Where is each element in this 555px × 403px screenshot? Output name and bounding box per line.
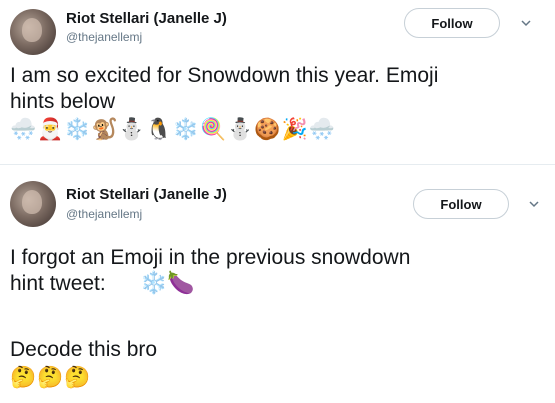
thinking-emojis: 🤔🤔🤔 bbox=[10, 365, 92, 389]
display-name[interactable]: Riot Stellari (Janelle J) bbox=[66, 186, 227, 203]
emoji-hints: 🌨️🎅❄️🐒⛄🐧❄️🍭⛄🍪🎉🌨️ bbox=[10, 117, 336, 141]
user-handle[interactable]: @thejanellemj bbox=[66, 30, 142, 44]
chevron-down-icon[interactable] bbox=[520, 17, 532, 29]
inline-emojis: ❄️🍆 bbox=[140, 271, 195, 296]
tweet-text-secondary: Decode this bro bbox=[10, 338, 158, 361]
tweet-card: Riot Stellari (Janelle J) @thejanellemj … bbox=[0, 0, 555, 165]
avatar[interactable] bbox=[10, 9, 56, 55]
avatar[interactable] bbox=[10, 181, 56, 227]
chevron-down-icon[interactable] bbox=[528, 198, 540, 210]
tweet-text: I forgot an Emoji in the previous snowdo… bbox=[10, 246, 411, 295]
follow-button[interactable]: Follow bbox=[404, 8, 500, 38]
user-handle[interactable]: @thejanellemj bbox=[66, 207, 142, 221]
display-name[interactable]: Riot Stellari (Janelle J) bbox=[66, 10, 227, 27]
tweet-card: Riot Stellari (Janelle J) @thejanellemj … bbox=[0, 165, 555, 403]
follow-button[interactable]: Follow bbox=[413, 189, 509, 219]
tweet-text: I am so excited for Snowdown this year. … bbox=[10, 64, 439, 113]
